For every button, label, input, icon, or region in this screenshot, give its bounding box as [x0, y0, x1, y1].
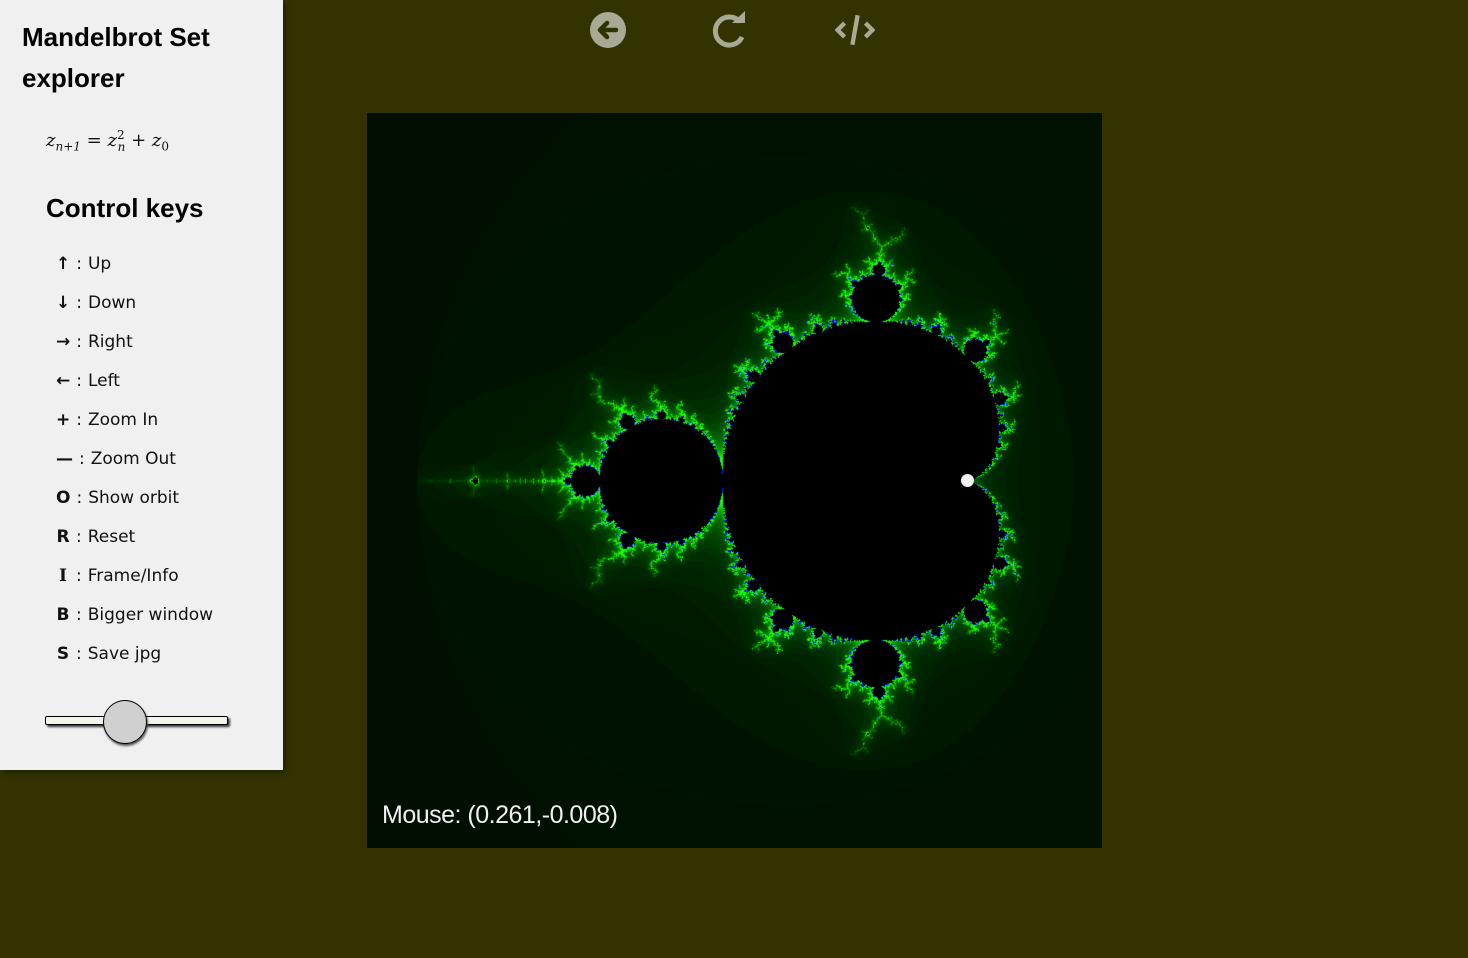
minus-icon: —	[56, 449, 73, 469]
fractal-viewer[interactable]: Mouse: (0.261,-0.008)	[367, 113, 1102, 848]
control-key-save-jpg: S: Save jpg	[56, 642, 161, 666]
control-key-bigger-window: B: Bigger window	[56, 603, 214, 627]
key-separator: :	[76, 332, 82, 352]
key-label: Reset	[87, 527, 136, 547]
redo-button[interactable]	[710, 10, 750, 50]
iterations-slider[interactable]	[45, 700, 228, 744]
key-label: Up	[87, 254, 112, 274]
page-title: Mandelbrot Set explorer	[22, 22, 210, 93]
view-source-button[interactable]	[835, 10, 875, 50]
formula-equals: =	[86, 130, 102, 151]
mandelbrot-canvas[interactable]	[367, 113, 1102, 848]
arrow-down-icon: ↓	[56, 293, 71, 313]
key-separator: :	[76, 605, 82, 625]
control-key-up: ↑: Up	[56, 252, 111, 276]
slider-thumb[interactable]	[103, 700, 148, 744]
iteration-formula: zn+1 = z2n + z0	[46, 128, 169, 154]
arrow-up-icon: ↑	[56, 254, 71, 274]
control-keys-heading: Control keys	[46, 193, 204, 223]
key-separator: :	[76, 410, 82, 430]
orbit-point-marker	[960, 474, 974, 487]
key-label: Right	[87, 332, 133, 352]
key-glyph: I	[59, 566, 67, 586]
formula-sub: 0	[161, 139, 170, 154]
control-key-zoom-in: +: Zoom In	[56, 408, 158, 432]
sidebar-panel: Mandelbrot Set explorer zn+1 = z2n + z0 …	[0, 0, 283, 770]
control-key-frame-info: I: Frame/Info	[56, 564, 179, 588]
key-label: Save jpg	[87, 644, 162, 664]
key-separator: :	[76, 254, 82, 274]
arrow-right-icon: →	[56, 332, 71, 352]
key-label: Zoom In	[87, 410, 159, 430]
key-label: Show orbit	[88, 488, 180, 508]
key-separator: :	[76, 644, 82, 664]
control-key-reset: R: Reset	[56, 525, 135, 549]
redo-icon	[712, 11, 745, 48]
key-label: Zoom Out	[90, 449, 176, 469]
key-glyph: R	[56, 527, 70, 547]
mouse-coordinates: Mouse: (0.261,-0.008)	[382, 801, 618, 829]
arrow-circle-left-icon	[590, 12, 626, 48]
arrow-left-icon: ←	[56, 371, 71, 391]
back-button[interactable]	[588, 10, 628, 50]
formula-sub: n+1	[55, 139, 81, 154]
formula-var: z	[151, 130, 162, 151]
key-label: Bigger window	[87, 605, 214, 625]
key-label: Down	[87, 293, 137, 313]
formula-plus: +	[131, 130, 147, 151]
key-glyph: S	[56, 644, 70, 664]
code-icon	[835, 14, 875, 46]
key-glyph: B	[56, 605, 70, 625]
key-label: Left	[87, 371, 120, 391]
formula-sub: n	[117, 139, 126, 154]
key-separator: :	[76, 371, 82, 391]
key-label: Frame/Info	[87, 566, 179, 586]
key-separator: :	[76, 293, 82, 313]
plus-icon: +	[56, 410, 71, 430]
control-key-show-orbit: O: Show orbit	[56, 486, 179, 510]
control-key-zoom-out: —: Zoom Out	[56, 447, 176, 471]
key-separator: :	[76, 488, 83, 508]
key-separator: :	[76, 566, 82, 586]
key-glyph: O	[56, 488, 71, 508]
formula-var: z	[107, 130, 117, 151]
key-separator: :	[76, 527, 82, 547]
control-key-down: ↓: Down	[56, 291, 136, 315]
control-key-left: ←: Left	[56, 369, 120, 393]
key-separator: :	[79, 449, 85, 469]
control-key-right: →: Right	[56, 330, 133, 354]
